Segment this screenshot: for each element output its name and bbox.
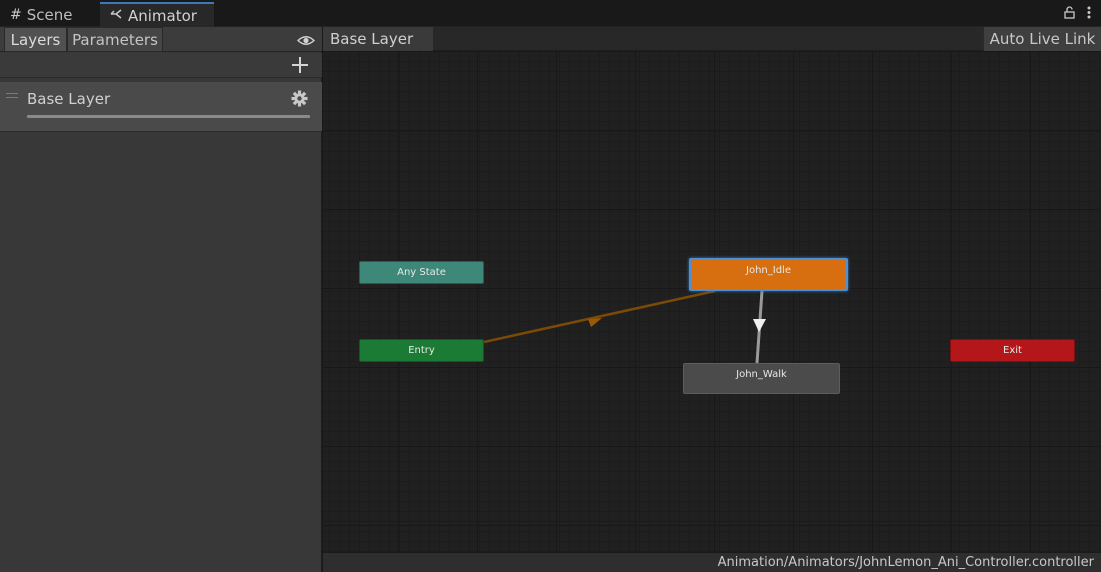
grid-icon: #: [10, 6, 22, 23]
transition-entry-to-idle[interactable]: [483, 289, 716, 344]
tab-window-controls: [1064, 4, 1091, 23]
more-options-icon[interactable]: [1087, 4, 1091, 23]
graph-header: Base Layer Auto Live Link: [323, 27, 1101, 51]
breadcrumb-arrow: [422, 27, 432, 51]
layer-list-item[interactable]: Base Layer: [0, 82, 322, 132]
layers-tab-button[interactable]: Layers: [4, 27, 67, 52]
state-node-john-idle[interactable]: John_Idle: [689, 258, 848, 291]
animator-icon: [110, 8, 123, 24]
asset-path-status-bar: Animation/Animators/JohnLemon_Ani_Contro…: [323, 552, 1101, 572]
transition-arrow-icon: [753, 319, 766, 332]
lock-icon[interactable]: [1064, 4, 1075, 23]
layers-add-bar: [0, 53, 322, 78]
add-layer-button[interactable]: [290, 54, 310, 76]
state-node-any-state[interactable]: Any State: [359, 261, 484, 284]
asset-path: Animation/Animators/JohnLemon_Ani_Contro…: [717, 555, 1094, 570]
state-node-exit[interactable]: Exit: [950, 339, 1075, 362]
layers-panel: Layers Parameters Base Layer: [0, 27, 322, 572]
gear-icon[interactable]: [291, 90, 308, 111]
breadcrumb[interactable]: Base Layer: [323, 27, 433, 51]
layer-weight-bar: [27, 115, 310, 118]
parameters-tab-button[interactable]: Parameters: [67, 27, 163, 52]
tab-scene[interactable]: # Scene: [0, 2, 98, 27]
auto-live-link-button[interactable]: Auto Live Link: [983, 27, 1101, 51]
state-node-entry[interactable]: Entry: [359, 339, 484, 362]
state-machine-graph[interactable]: Base Layer Auto Live Link Any State Entr…: [323, 27, 1101, 572]
state-node-john-walk[interactable]: John_Walk: [683, 363, 840, 394]
tab-animator-label: Animator: [128, 6, 197, 25]
drag-handle-icon[interactable]: [6, 93, 18, 98]
eye-icon[interactable]: [296, 32, 316, 51]
transition-arrow-icon: [588, 318, 602, 327]
plus-icon: [292, 57, 308, 73]
layers-panel-toolbar: Layers Parameters: [0, 27, 322, 52]
editor-tab-bar: # Scene Animator: [0, 0, 1101, 27]
tab-scene-label: Scene: [26, 5, 73, 24]
layer-name: Base Layer: [27, 90, 111, 108]
tab-animator[interactable]: Animator: [100, 2, 214, 27]
transitions-layer: [483, 289, 766, 364]
